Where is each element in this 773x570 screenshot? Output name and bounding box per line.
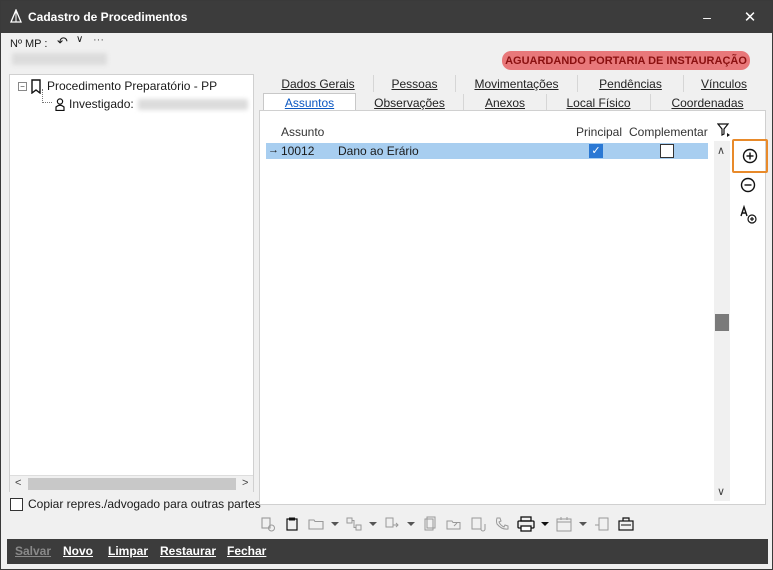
phone-icon[interactable] <box>493 515 511 533</box>
add-button[interactable] <box>732 139 768 173</box>
restore-button[interactable]: Restaurar <box>160 544 216 558</box>
case-icon[interactable] <box>617 515 635 533</box>
scroll-up-icon[interactable]: ∧ <box>717 144 725 157</box>
tab-assuntos[interactable]: Assuntos <box>263 93 356 111</box>
link-icon[interactable] <box>345 515 363 533</box>
tab-label: Anexos <box>484 95 526 110</box>
tree-item-procedimento[interactable]: − Procedimento Preparatório - PP <box>18 78 218 94</box>
copy-representative-label: Copiar repres./advogado para outras part… <box>28 497 261 511</box>
filter-icon[interactable] <box>717 123 731 137</box>
undo-icon[interactable]: ↶ <box>57 34 68 50</box>
more-icon[interactable]: ··· <box>93 34 104 46</box>
bottom-toolbar <box>259 514 635 534</box>
row-indicator-icon: → <box>268 144 279 156</box>
document-copy-icon[interactable] <box>421 515 439 533</box>
app-logo-icon <box>10 9 22 23</box>
tab-dados-gerais[interactable]: Dados Gerais <box>263 75 374 92</box>
tree-child-label: Investigado: <box>69 97 134 111</box>
tab-coordenadas[interactable]: Coordenadas <box>651 94 764 111</box>
table-row[interactable]: → 10012 Dano ao Erário ✓ <box>266 143 708 159</box>
column-header-principal[interactable]: Principal <box>576 125 622 139</box>
tab-observacoes[interactable]: Observações <box>356 94 464 111</box>
tab-label: Assuntos <box>284 95 335 110</box>
scroll-left-icon[interactable]: < <box>15 477 21 489</box>
scroll-down-icon[interactable]: ∨ <box>717 485 725 498</box>
footer-action-bar: Salvar Novo Limpar Restaurar Fechar <box>7 539 768 564</box>
copy-representative-checkbox[interactable] <box>10 497 23 511</box>
dropdown-arrow-icon[interactable] <box>331 515 339 533</box>
dropdown-arrow-icon[interactable] <box>369 515 377 533</box>
tree-root-label: Procedimento Preparatório - PP <box>47 79 218 93</box>
print-icon[interactable] <box>517 515 535 533</box>
scroll-thumb[interactable] <box>715 314 729 331</box>
scroll-right-icon[interactable]: > <box>242 477 248 489</box>
tab-label: Vínculos <box>700 76 748 91</box>
principal-checkbox[interactable]: ✓ <box>589 144 603 158</box>
grid-header: Assunto Principal Complementar <box>266 123 710 141</box>
tree-panel: − Procedimento Preparatório - PP Investi… <box>9 74 254 492</box>
tab-label: Movimentações <box>474 76 559 91</box>
assuntos-grid: Assunto Principal Complementar → 10012 D… <box>266 121 710 501</box>
minimize-icon: – <box>703 9 711 25</box>
person-icon <box>55 97 65 111</box>
dropdown-arrow-icon[interactable] <box>407 515 415 533</box>
tab-anexos[interactable]: Anexos <box>464 94 547 111</box>
minimize-button[interactable]: – <box>685 1 729 33</box>
collapse-icon[interactable]: − <box>18 81 27 91</box>
column-header-complementar[interactable]: Complementar <box>629 125 708 139</box>
tab-local-fisico[interactable]: Local Físico <box>547 94 651 111</box>
clear-button[interactable]: Limpar <box>108 544 148 558</box>
dropdown-arrow-icon[interactable] <box>579 515 587 533</box>
tab-label: Local Físico <box>566 95 631 110</box>
paste-icon[interactable] <box>283 515 301 533</box>
close-form-button[interactable]: Fechar <box>227 544 266 558</box>
tab-pessoas[interactable]: Pessoas <box>374 75 456 92</box>
attach-icon[interactable] <box>469 515 487 533</box>
new-button[interactable]: Novo <box>63 544 93 558</box>
status-badge: AGUARDANDO PORTARIA DE INSTAURAÇÃO <box>502 51 750 70</box>
window-title: Cadastro de Procedimentos <box>28 10 188 24</box>
tab-pendencias[interactable]: Pendências <box>578 75 684 92</box>
tab-label: Pessoas <box>391 76 438 91</box>
chevron-down-icon[interactable]: ∨ <box>76 34 83 45</box>
tab-label: Dados Gerais <box>281 76 355 91</box>
scroll-thumb[interactable] <box>28 478 236 490</box>
tab-label: Observações <box>374 95 445 110</box>
remove-icon <box>740 177 756 193</box>
horizontal-scrollbar[interactable]: < > <box>10 475 253 492</box>
calendar-icon[interactable] <box>555 515 573 533</box>
investigado-name-redacted <box>137 98 248 110</box>
tree-connector <box>42 89 43 103</box>
save-button[interactable]: Salvar <box>15 544 51 558</box>
dropdown-arrow-icon[interactable] <box>541 515 549 533</box>
folder-icon[interactable] <box>307 515 325 533</box>
vertical-scrollbar[interactable]: ∧ ∨ <box>714 141 730 501</box>
remove-button[interactable] <box>733 170 763 200</box>
close-icon: ✕ <box>743 9 757 26</box>
folder-share-icon[interactable] <box>445 515 463 533</box>
tab-label: Pendências <box>599 76 662 91</box>
title-bar: Cadastro de Procedimentos – ✕ <box>1 1 772 33</box>
transfer-icon[interactable] <box>383 515 401 533</box>
close-button[interactable]: ✕ <box>728 1 772 33</box>
tab-movimentacoes[interactable]: Movimentações <box>456 75 578 92</box>
tab-label: Coordenadas <box>671 95 744 110</box>
cell-code[interactable]: 10012 <box>281 144 314 158</box>
tree-item-investigado[interactable]: Investigado: <box>55 96 248 112</box>
main-window: Cadastro de Procedimentos – ✕ Nº MP : ↶ … <box>0 0 773 570</box>
tab-vinculos[interactable]: Vínculos <box>684 75 764 92</box>
tree-connector <box>42 102 52 103</box>
report-icon[interactable] <box>593 515 611 533</box>
copy-representative-option[interactable]: Copiar repres./advogado para outras part… <box>10 497 261 511</box>
column-header-assunto[interactable]: Assunto <box>281 125 324 139</box>
add-text-button[interactable] <box>733 199 763 229</box>
mp-label: Nº MP : <box>10 38 48 50</box>
cell-description[interactable]: Dano ao Erário <box>338 144 419 158</box>
add-text-icon <box>740 204 757 224</box>
complementar-checkbox[interactable] <box>660 144 674 158</box>
add-icon <box>742 148 758 164</box>
copy-icon[interactable] <box>259 515 277 533</box>
mp-number-redacted <box>12 53 107 65</box>
